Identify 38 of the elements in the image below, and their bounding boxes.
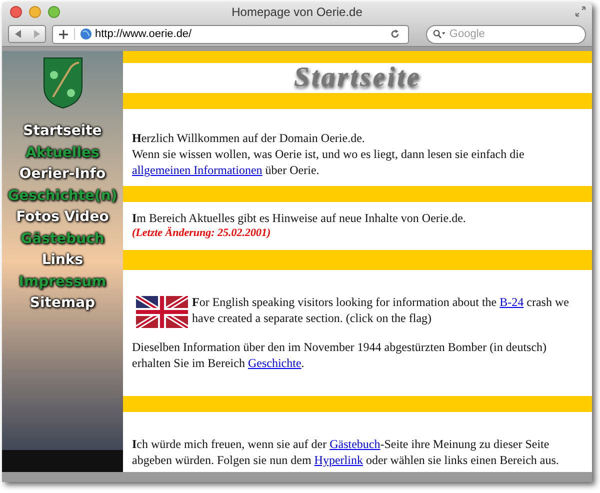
nav-link[interactable]: Sitemap	[30, 295, 96, 312]
nav-link[interactable]: Startseite	[23, 123, 102, 140]
last-change-note: (Letzte Änderung: 25.02.2001)	[132, 227, 272, 240]
zoom-icon[interactable]	[48, 6, 60, 18]
search-icon	[433, 29, 446, 39]
text-link[interactable]: Hyperlink	[314, 453, 363, 467]
reload-icon[interactable]	[390, 29, 400, 39]
close-icon[interactable]	[10, 6, 22, 18]
paragraph: Herzlich Willkommen auf der Domain Oerie.de. Wenn sie wissen wollen, was Oerie ist, und wo es liegt, dann lesen sie einfach die allgemeinen Informationen über Oerie.	[132, 130, 526, 178]
search-field[interactable]: Google	[426, 24, 586, 44]
nav-link[interactable]: Gästebuch	[20, 230, 104, 248]
nav-link[interactable]: Oerier-Info	[19, 166, 106, 184]
nav-link[interactable]: Links	[42, 252, 84, 270]
paragraph: For English speaking visitors looking for information about the B-24 crash we have created a separate section. (click on the flag)	[192, 294, 570, 326]
flag-icon[interactable]	[136, 296, 188, 328]
paragraph: Ich würde mich freuen, wenn sie auf der Gästebuch-Seite ihre Meinung zu dieser Seite abgeben würden. Folgen sie nun dem Hyperlink oder wählen sie links einen Bereich aus.	[132, 436, 560, 468]
globe-icon	[80, 28, 92, 40]
back-arrow-icon[interactable]	[14, 30, 22, 38]
address-field[interactable]: http://www.oerie.de/	[52, 24, 409, 44]
url-text: http://www.oerie.de/	[95, 26, 193, 42]
nav-link[interactable]: Geschichte(n)	[8, 188, 118, 205]
text-link[interactable]: Geschichte	[248, 356, 302, 370]
minimize-icon[interactable]	[29, 6, 41, 18]
coat-of-arms-logo	[42, 57, 82, 109]
fullscreen-icon[interactable]	[575, 6, 586, 17]
nav-link[interactable]: Impressum	[18, 274, 106, 291]
paragraph: Dieselben Information über den im November 1944 abgestürzten Bomber (in deutsch) erhalten Sie im Bereich Geschichte.	[132, 339, 548, 371]
nav-link[interactable]: Aktuelles	[26, 144, 100, 162]
back-forward-buttons[interactable]	[8, 25, 46, 43]
text-link[interactable]: allgemeinen Informationen	[132, 163, 262, 177]
paragraph: Im Bereich Aktuelles gibt es Hinweise auf neue Inhalte von Oerie.de.	[132, 210, 467, 226]
forward-arrow-icon[interactable]	[32, 30, 40, 38]
search-input[interactable]: Google	[449, 26, 579, 42]
text-link[interactable]: Gästebuch	[330, 437, 380, 451]
nav-link[interactable]: Fotos Video	[16, 209, 109, 226]
window-title: Homepage von Oerie.de	[232, 4, 362, 21]
plus-icon[interactable]	[59, 30, 68, 38]
text-link[interactable]: B-24	[500, 295, 524, 309]
